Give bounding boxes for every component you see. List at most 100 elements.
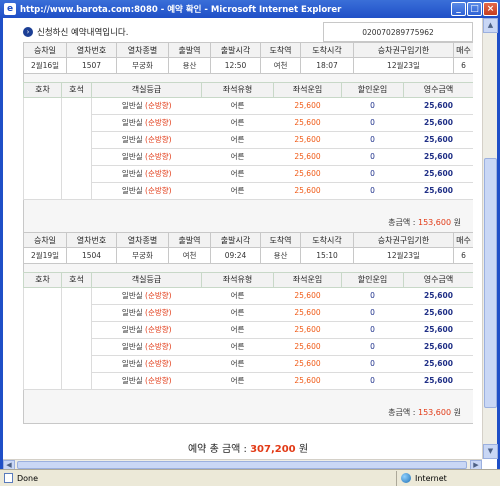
seat-direction: (순방향)	[145, 359, 172, 368]
header-dep-time: 출발시각	[210, 42, 261, 58]
total-amount: 153,600	[417, 408, 452, 418]
table-row: 일반실 (순방향) 어른 25,600 0 25,600	[24, 147, 473, 166]
subheader-discount: 할인운임	[341, 81, 404, 98]
seat-fare: 25,600	[273, 320, 342, 339]
seat-paid: 25,600	[403, 113, 473, 132]
seat-type: 어른	[201, 96, 274, 115]
seat-type: 어른	[201, 286, 274, 305]
seat-discount: 0	[341, 181, 404, 200]
header-train-no: 열차번호	[66, 42, 117, 58]
horizontal-scroll-thumb[interactable]	[17, 461, 467, 469]
seat-class: 일반실	[121, 101, 143, 110]
header-train-no: 열차번호	[66, 232, 117, 248]
resize-grip-icon[interactable]	[486, 471, 500, 486]
seat-paid: 25,600	[403, 147, 473, 166]
header-train-type: 열차종별	[116, 42, 169, 58]
total-amount: 153,600	[417, 218, 452, 228]
ie-icon: e	[4, 3, 16, 15]
status-text: Done	[17, 473, 39, 483]
trip-dep-time: 09:24	[210, 247, 261, 264]
trip-arr-time: 15:10	[300, 247, 354, 264]
seat-discount: 0	[341, 147, 404, 166]
seat-discount: 0	[341, 113, 404, 132]
subheader-seat: 호석	[61, 271, 92, 288]
seat-fare: 25,600	[273, 147, 342, 166]
seat-fare: 25,600	[273, 371, 342, 390]
trip-train-type: 무궁화	[116, 57, 169, 74]
trip-arr-station: 용산	[260, 247, 301, 264]
subheader-seat: 호석	[61, 81, 92, 98]
seat-direction: (순방향)	[145, 152, 172, 161]
seat-paid: 25,600	[403, 354, 473, 373]
trip-date: 2월19일	[23, 247, 67, 264]
horizontal-scrollbar[interactable]: ◀ ▶	[3, 459, 482, 470]
subheader-paid: 영수금액	[403, 81, 473, 98]
trip-train-no: 1504	[66, 247, 117, 264]
close-button[interactable]: ×	[483, 2, 498, 16]
grand-total-amount: 307,200	[250, 444, 296, 455]
header-arr-time: 도착시각	[300, 232, 354, 248]
subheader-class: 객실등급	[91, 271, 202, 288]
trip-count: 6	[453, 247, 473, 264]
subheader-seat-type: 좌석유형	[201, 81, 274, 98]
seat-class: 일반실	[121, 291, 143, 300]
table-row: 일반실 (순방향) 어른 25,600 0 25,600	[24, 303, 473, 322]
trip-section: 승차일 열차번호 열차종별 출발역 출발시각 도착역 도착시각 승차권구입기한 …	[23, 42, 473, 234]
seat-type: 어른	[201, 130, 274, 149]
header-deadline: 승차권구입기한	[353, 232, 454, 248]
trip-info-table: 승차일 열차번호 열차종별 출발역 출발시각 도착역 도착시각 승차권구입기한 …	[23, 42, 473, 82]
notice-text: 신청하신 예약내역입니다.	[37, 28, 129, 38]
header-arr-station: 도착역	[260, 42, 301, 58]
subheader-discount: 할인운임	[341, 271, 404, 288]
scroll-up-arrow-icon[interactable]: ▲	[483, 18, 498, 33]
seat-type: 어른	[201, 354, 274, 373]
maximize-button[interactable]: □	[467, 2, 482, 16]
trip-info-table: 승차일 열차번호 열차종별 출발역 출발시각 도착역 도착시각 승차권구입기한 …	[23, 232, 473, 272]
table-row: 일반실 (순방향) 어른 25,600 0 25,600	[23, 286, 473, 390]
seat-class: 일반실	[121, 169, 143, 178]
subheader-seat-type: 좌석유형	[201, 271, 274, 288]
seat-fare: 25,600	[273, 164, 342, 183]
seat-paid: 25,600	[403, 181, 473, 200]
total-unit: 원	[453, 218, 461, 228]
seat-type: 어른	[201, 303, 274, 322]
header-dep-station: 출발역	[168, 42, 211, 58]
page-icon	[4, 473, 13, 483]
header-date: 승차일	[23, 42, 67, 58]
grand-total-unit: 원	[298, 444, 309, 455]
window-titlebar[interactable]: e http://www.barota.com:8080 - 예약 확인 - M…	[0, 0, 500, 18]
seat-class: 일반실	[121, 186, 143, 195]
vertical-scroll-thumb[interactable]	[484, 158, 497, 408]
seat-fare: 25,600	[273, 181, 342, 200]
seat-fare: 25,600	[273, 130, 342, 149]
table-row: 일반실 (순방향) 어른 25,600 0 25,600	[24, 320, 473, 339]
zone-text: Internet	[415, 473, 447, 483]
seat-discount: 0	[341, 320, 404, 339]
scroll-down-arrow-icon[interactable]: ▼	[483, 444, 498, 459]
grand-total-label: 예약 총 금액 :	[187, 444, 247, 455]
seat-paid: 25,600	[403, 337, 473, 356]
header-date: 승차일	[23, 232, 67, 248]
header-arr-station: 도착역	[260, 232, 301, 248]
trip-dep-station: 여천	[168, 247, 211, 264]
seat-paid: 25,600	[403, 164, 473, 183]
vertical-scrollbar[interactable]: ▲ ▼	[482, 18, 498, 459]
seat-detail-table: 호차 호석 객실등급 좌석유형 좌석운임 할인운임 영수금액 일반실 (순방향)…	[23, 81, 473, 234]
trip-count: 6	[453, 57, 473, 74]
seat-fare: 25,600	[273, 96, 342, 115]
header-deadline: 승차권구입기한	[353, 42, 454, 58]
trip-section: 승차일 열차번호 열차종별 출발역 출발시각 도착역 도착시각 승차권구입기한 …	[23, 232, 473, 424]
seat-fare: 25,600	[273, 337, 342, 356]
seat-paid: 25,600	[403, 130, 473, 149]
seat-type: 어른	[201, 147, 274, 166]
trip-deadline: 12월23일	[353, 57, 454, 74]
total-label: 총금액 :	[388, 408, 416, 418]
header-dep-time: 출발시각	[210, 232, 261, 248]
reservation-header: › 신청하신 예약내역입니다. 020070289775962	[23, 22, 473, 42]
seat-discount: 0	[341, 130, 404, 149]
minimize-button[interactable]: _	[451, 2, 466, 16]
seat-direction: (순방향)	[145, 101, 172, 110]
seat-class: 일반실	[121, 325, 143, 334]
seat-class: 일반실	[121, 376, 143, 385]
trip-arr-station: 여천	[260, 57, 301, 74]
